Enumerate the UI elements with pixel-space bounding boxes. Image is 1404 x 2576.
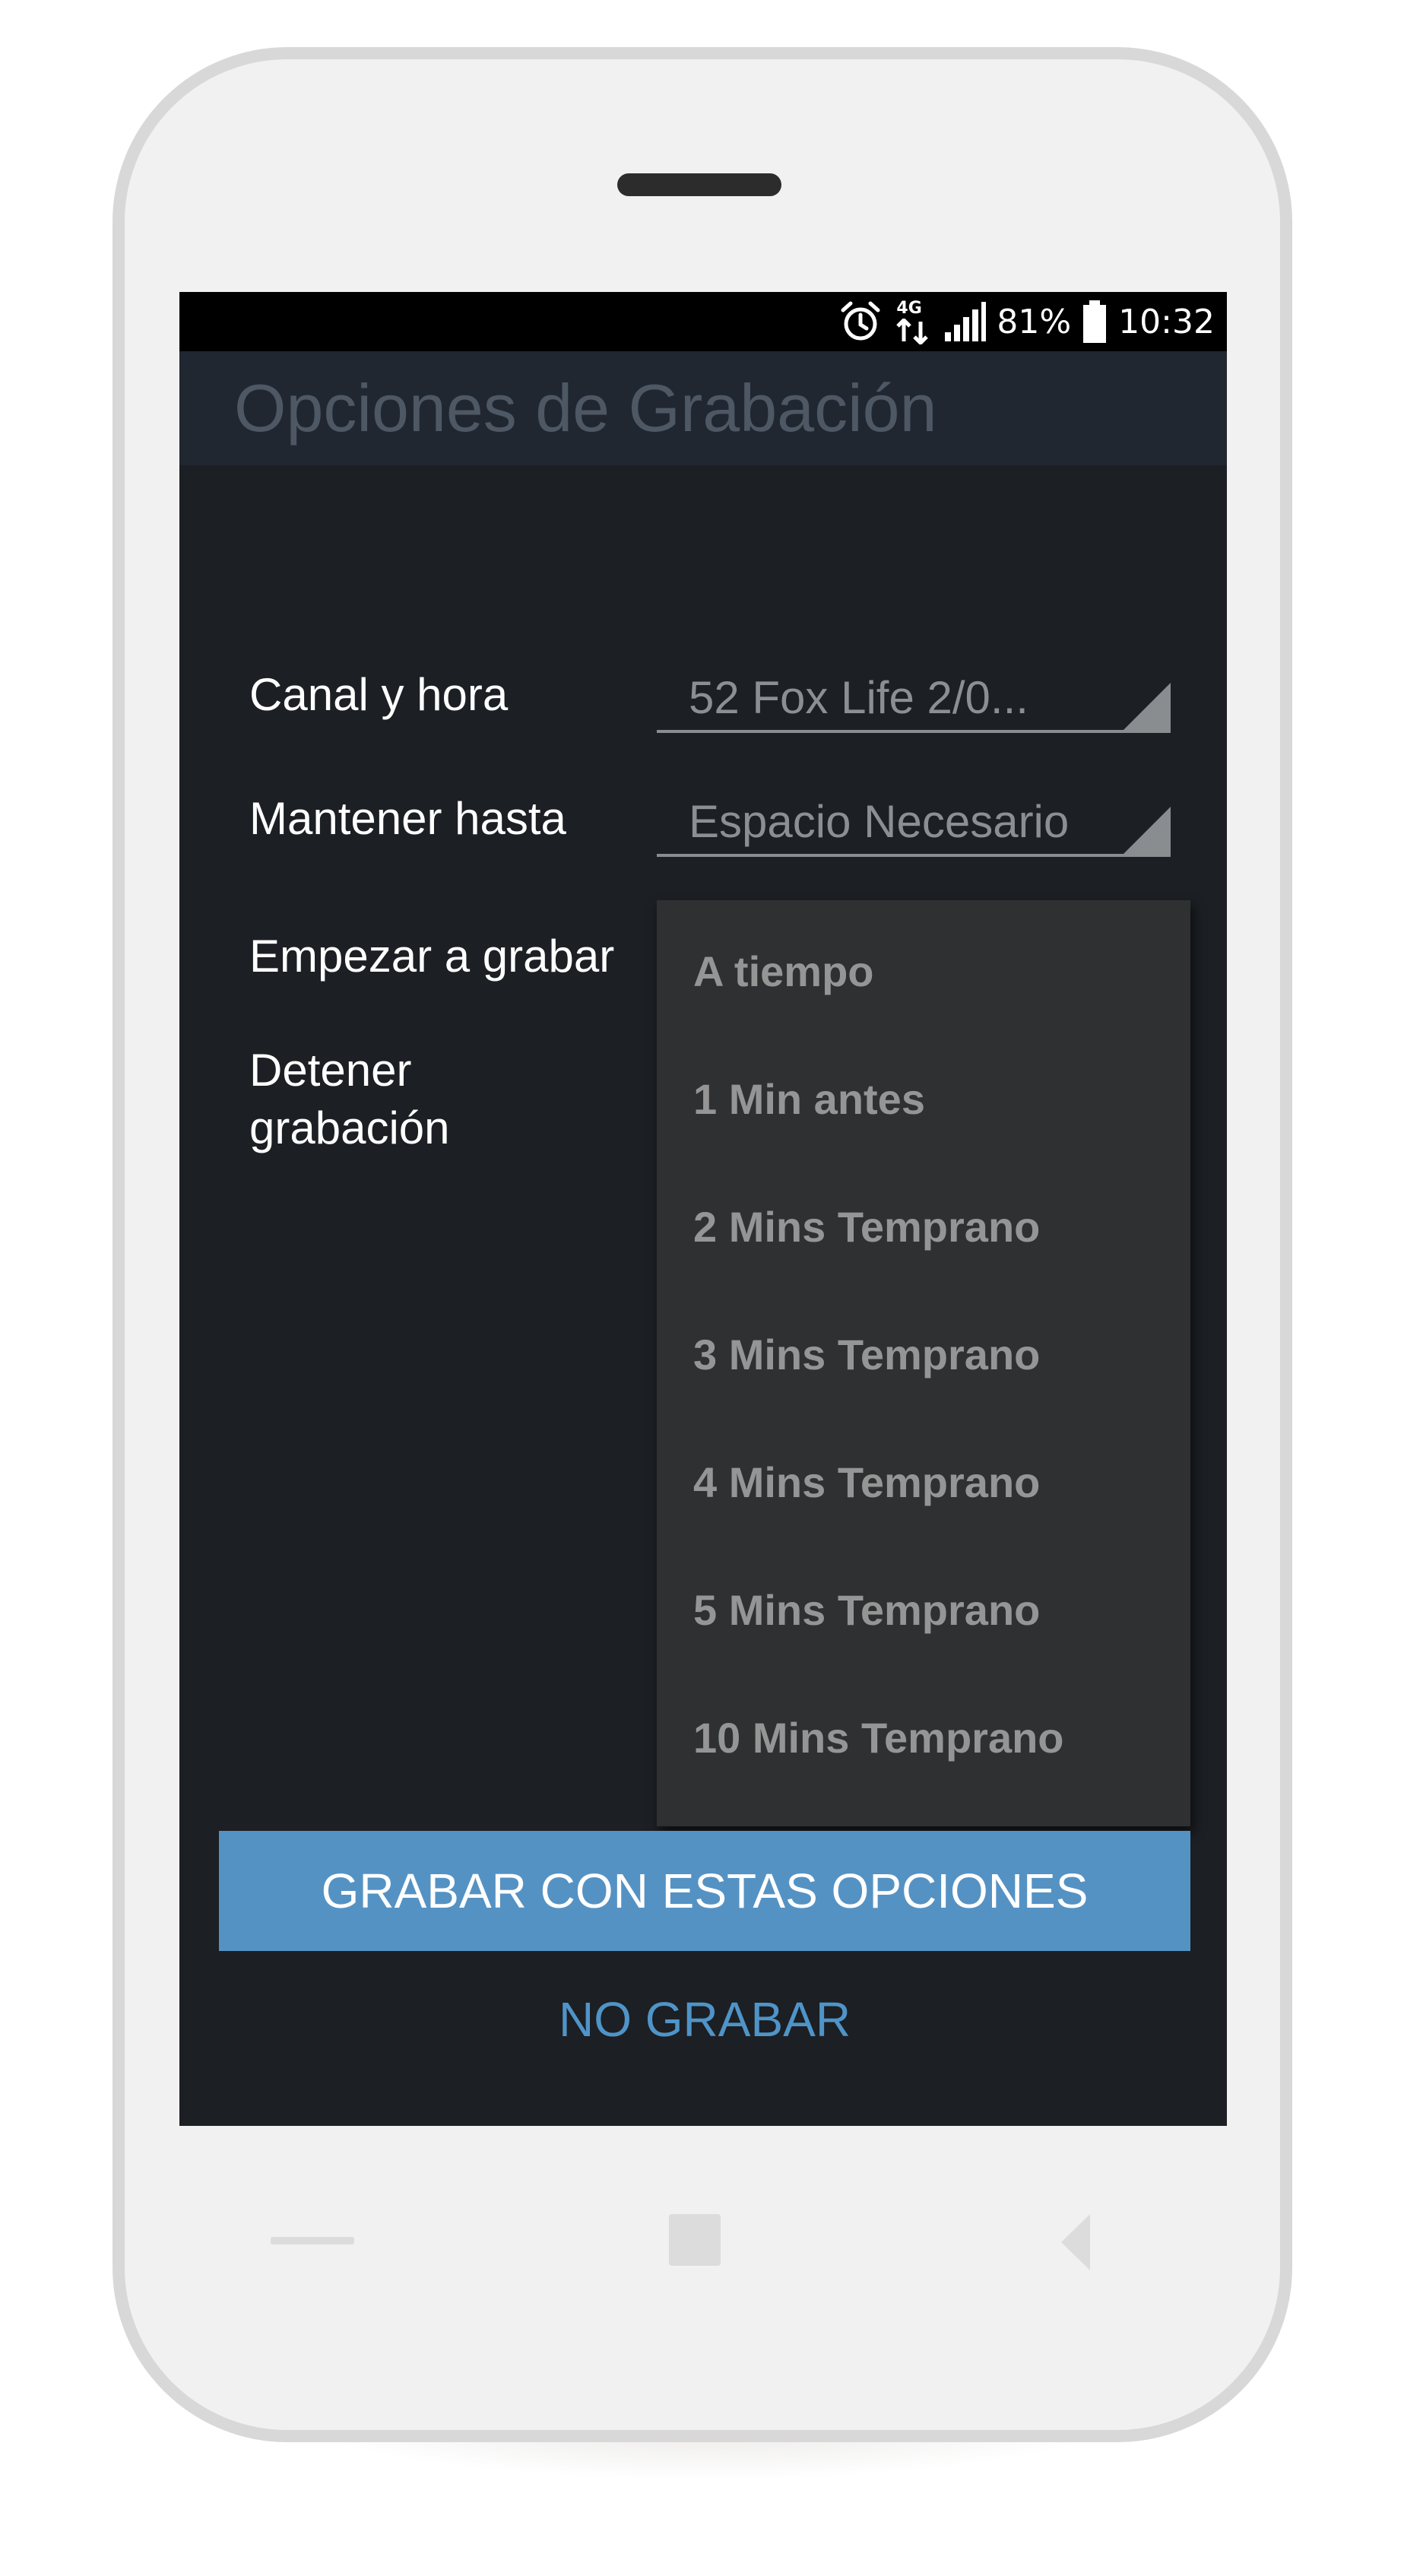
page-title: Opciones de Grabación <box>234 370 937 446</box>
keep-until-value: Espacio Necesario <box>689 796 1070 847</box>
dropdown-option[interactable]: 5 Mins Temprano <box>693 1547 1040 1674</box>
network-type-label: 4G <box>896 299 922 318</box>
network-4g-icon: 4G <box>893 299 933 344</box>
status-time: 10:32 <box>1118 302 1215 341</box>
status-bar: 4G 81% 10:32 <box>179 292 1227 351</box>
phone-speaker <box>617 173 781 196</box>
home-button-icon[interactable] <box>669 2214 721 2266</box>
spinner-arrow-icon <box>1124 807 1171 854</box>
battery-percent: 81% <box>997 302 1072 341</box>
signal-icon <box>943 302 987 341</box>
dropdown-option[interactable]: 1 Min antes <box>693 1036 925 1163</box>
title-bar: Opciones de Grabación <box>179 351 1227 465</box>
spinner-arrow-icon <box>1124 683 1171 730</box>
battery-icon <box>1082 300 1108 343</box>
start-recording-dropdown: A tiempo 1 Min antes 2 Mins Temprano 3 M… <box>657 900 1190 1826</box>
record-with-options-button[interactable]: GRABAR CON ESTAS OPCIONES <box>219 1831 1190 1951</box>
stop-recording-label: Detener grabación <box>249 1045 450 1153</box>
keep-label: Mantener hasta <box>249 793 566 844</box>
recent-apps-icon[interactable] <box>271 2237 354 2244</box>
status-icons: 4G 81% 10:32 <box>838 292 1215 351</box>
phone-screen: 4G 81% 10:32 Opciones de Grabación Canal… <box>179 292 1227 2126</box>
dropdown-option[interactable]: 4 Mins Temprano <box>693 1419 1040 1547</box>
dropdown-option[interactable]: 3 Mins Temprano <box>693 1291 1040 1419</box>
back-button-icon[interactable] <box>1060 2214 1093 2270</box>
channel-spinner[interactable]: 52 Fox Life 2/0... <box>657 669 1171 733</box>
alarm-icon <box>838 300 883 344</box>
channel-value: 52 Fox Life 2/0... <box>689 672 1028 723</box>
dropdown-option[interactable]: 10 Mins Temprano <box>693 1674 1064 1802</box>
no-record-button[interactable]: NO GRABAR <box>219 1974 1190 2065</box>
dropdown-option[interactable]: 2 Mins Temprano <box>693 1163 1040 1291</box>
dropdown-option[interactable]: A tiempo <box>693 908 873 1036</box>
keep-until-spinner[interactable]: Espacio Necesario <box>657 793 1171 857</box>
start-recording-label: Empezar a grabar <box>249 931 615 982</box>
channel-label: Canal y hora <box>249 669 509 720</box>
